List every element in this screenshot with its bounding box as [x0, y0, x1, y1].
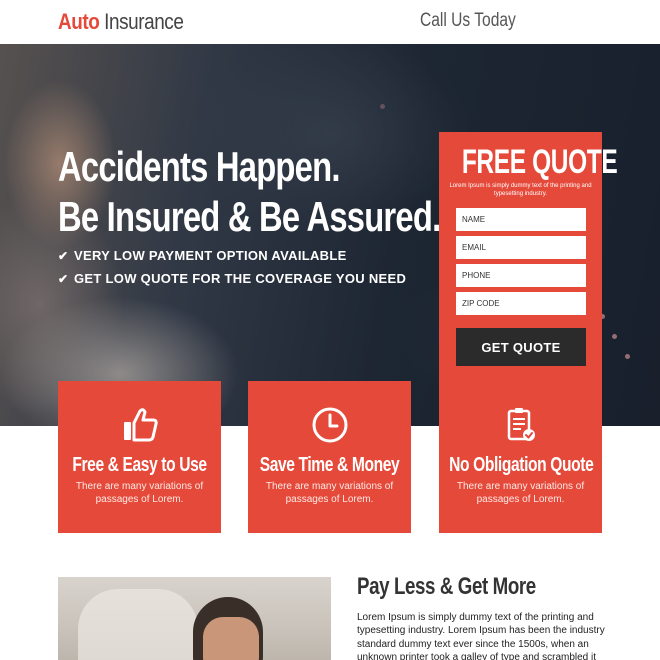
- section-title: Pay Less & Get More: [357, 573, 536, 600]
- clipboard-check-icon: [439, 405, 602, 445]
- hero-headline-line-1: Accidents Happen.: [58, 143, 340, 190]
- hero-bullet: ✔ VERY LOW PAYMENT OPTION AVAILABLE: [58, 244, 406, 267]
- feature-card-text: There are many variations of passages of…: [456, 481, 585, 505]
- thumbs-up-icon: [58, 405, 221, 445]
- feature-card-free-easy: Free & Easy to Use There are many variat…: [58, 381, 221, 533]
- logo-brand: Auto: [58, 9, 100, 34]
- free-quote-form: FREE QUOTE Lorem Ipsum is simply dummy t…: [439, 132, 618, 382]
- quote-form-subtitle: Lorem Ipsum is simply dummy text of the …: [449, 183, 592, 197]
- name-field[interactable]: [456, 208, 586, 231]
- call-us-link[interactable]: Call Us Today: [420, 10, 516, 32]
- feature-card-title: Save Time & Money: [259, 454, 400, 476]
- hero-headline: Accidents Happen. Be Insured & Be Assure…: [58, 142, 441, 242]
- feature-card-text: There are many variations of passages of…: [265, 481, 394, 505]
- logo[interactable]: Auto Insurance: [58, 9, 184, 35]
- hero-bullet-text: VERY LOW PAYMENT OPTION AVAILABLE: [74, 248, 347, 263]
- clock-icon: [248, 405, 411, 445]
- logo-text: Insurance: [99, 9, 184, 34]
- feature-card-no-obligation: No Obligation Quote There are many varia…: [439, 381, 602, 533]
- driver-photo: [58, 577, 331, 660]
- checkmark-icon: ✔: [58, 248, 69, 263]
- checkmark-icon: ✔: [58, 271, 69, 286]
- email-field[interactable]: [456, 236, 586, 259]
- feature-card-text: There are many variations of passages of…: [75, 481, 204, 505]
- hero-bullet: ✔ GET LOW QUOTE FOR THE COVERAGE YOU NEE…: [58, 267, 406, 290]
- hero-bullets: ✔ VERY LOW PAYMENT OPTION AVAILABLE ✔ GE…: [58, 244, 406, 290]
- phone-field[interactable]: [456, 264, 586, 287]
- hero-bullet-text: GET LOW QUOTE FOR THE COVERAGE YOU NEED: [74, 271, 407, 286]
- hero-headline-line-2: Be Insured & Be Assured.: [58, 193, 441, 240]
- feature-card-title: No Obligation Quote: [449, 454, 594, 476]
- feature-card-title: Free & Easy to Use: [72, 454, 207, 476]
- site-header: Auto Insurance Call Us Today: [0, 0, 660, 44]
- quote-form-title: FREE QUOTE: [461, 143, 618, 181]
- zip-code-field[interactable]: [456, 292, 586, 315]
- get-quote-button[interactable]: GET QUOTE: [456, 328, 586, 366]
- feature-card-save-time: Save Time & Money There are many variati…: [248, 381, 411, 533]
- section-body: Lorem Ipsum is simply dummy text of the …: [357, 612, 605, 660]
- hero-banner: Accidents Happen. Be Insured & Be Assure…: [0, 44, 660, 426]
